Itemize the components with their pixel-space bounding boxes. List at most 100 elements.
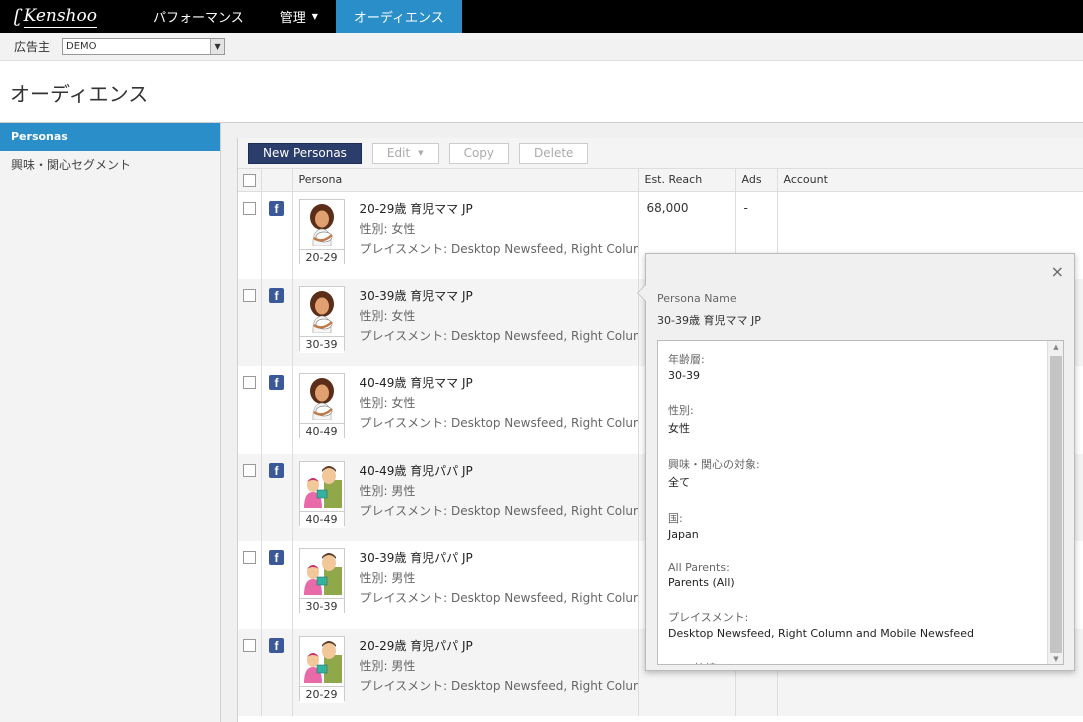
- persona-info: 20-29歳 育児ママ JP 性別: 女性プレイスメント: Desktop New…: [360, 199, 638, 264]
- persona-name[interactable]: 40-49歳 育児ママ JP: [360, 374, 638, 391]
- edit-button[interactable]: Edit ▼: [371, 142, 439, 164]
- nav-management[interactable]: 管理 ▼: [262, 0, 336, 33]
- persona-thumbnail[interactable]: 30-39: [298, 548, 345, 615]
- popover-field: 国: Japan: [668, 510, 1038, 541]
- popover-field-key: 興味・関心の対象:: [668, 458, 760, 471]
- scroll-up-icon[interactable]: ▲: [1048, 343, 1063, 351]
- row-checkbox[interactable]: [242, 376, 256, 389]
- kenshoo-logo[interactable]: ʗ Kenshoo: [0, 0, 135, 33]
- popover-field-key: プレイスメント:: [668, 611, 749, 624]
- row-persona-cell[interactable]: 30-39 30-39歳 育児パパ JP 性別: 男性 プレイスメント: Deskto…: [292, 541, 639, 629]
- persona-mom-avatar: [302, 287, 342, 336]
- popover-field-key: 性別:: [668, 404, 694, 417]
- row-persona-cell[interactable]: 20-29 20-29歳 育児ママ JP 性別: 女性プレイスメント: Deskto…: [292, 191, 639, 279]
- popover-scrollbar[interactable]: ▲ ▼: [1047, 341, 1063, 664]
- row-persona-cell[interactable]: 40-49 40-49歳 育児パパ JP 性別: 男性 プレイスメント: Deskto…: [292, 453, 639, 541]
- persona-name[interactable]: 20-29歳 育児ママ JP: [360, 200, 638, 217]
- row-persona-cell[interactable]: 30-39 30-39歳 育児ママ JP 性別: 女性プレイスメント: Deskto…: [292, 278, 639, 366]
- persona-name[interactable]: 20-29歳 育児パパ JP: [360, 637, 638, 654]
- persona-age-label: 40-49: [299, 423, 344, 440]
- select-all-checkbox[interactable]: [242, 173, 256, 187]
- row-persona-cell[interactable]: 20-29 20-29歳 育児パパ JP 性別: 男性 プレイスメント: Deskto…: [292, 628, 639, 716]
- persona-age-label: 20-29: [299, 685, 344, 703]
- persona-header[interactable]: Persona: [292, 169, 639, 192]
- persona-name[interactable]: 30-39歳 育児パパ JP: [360, 549, 638, 566]
- popover-field: 興味・関心の対象: 全て: [668, 456, 1038, 490]
- persona-age-label: 20-29: [299, 248, 344, 266]
- chevron-down-icon: ▼: [418, 149, 424, 157]
- row-select-cell: [238, 628, 262, 716]
- row-checkbox[interactable]: [242, 201, 256, 215]
- persona-summary: 40-49 40-49歳 育児パパ JP 性別: 男性 プレイスメント: Deskto…: [293, 454, 638, 528]
- copy-label: Copy: [463, 146, 495, 160]
- persona-gender: 性別: 男性: [359, 483, 416, 498]
- persona-thumbnail[interactable]: 20-29: [298, 635, 345, 703]
- persona-thumbnail[interactable]: 40-49: [298, 373, 345, 440]
- account-header[interactable]: Account: [777, 169, 1083, 192]
- popover-details-box[interactable]: 年齢層: 30-39 性別: 女性 興味・関心の対象: 全て 国: Japan All Pare…: [657, 340, 1064, 665]
- delete-button[interactable]: Delete: [519, 142, 589, 164]
- row-network-cell: f: [261, 628, 293, 716]
- ads-header[interactable]: Ads: [735, 169, 778, 192]
- sidebar-item-interest-segments[interactable]: 興味・関心セグメント: [0, 151, 220, 179]
- persona-thumbnail[interactable]: 20-29: [298, 198, 345, 266]
- row-checkbox[interactable]: [242, 551, 256, 564]
- persona-gender: 性別: 女性: [359, 308, 416, 323]
- scrollbar-thumb[interactable]: [1050, 356, 1062, 653]
- nav-audience[interactable]: オーディエンス: [335, 0, 462, 33]
- persona-gender: 性別: 女性: [359, 221, 416, 236]
- advertiser-bar: 広告主 DEMO ▼: [0, 33, 1083, 61]
- advertiser-select[interactable]: DEMO ▼: [62, 38, 226, 55]
- row-checkbox[interactable]: [242, 463, 256, 477]
- persona-placement: プレイスメント: Desktop Newsfeed, Right Column …: [359, 328, 638, 343]
- persona-dad-avatar: [302, 549, 342, 598]
- persona-thumbnail[interactable]: 30-39: [298, 285, 345, 353]
- popover-details-list: 年齢層: 30-39 性別: 女性 興味・関心の対象: 全て 国: Japan All Pare…: [668, 351, 1038, 664]
- sidebar-item-personas[interactable]: Personas: [0, 123, 220, 151]
- logo-swoosh-icon: ʗ: [14, 6, 22, 27]
- row-network-cell: f: [261, 278, 293, 366]
- row-select-cell: [238, 278, 262, 366]
- row-checkbox[interactable]: [242, 288, 256, 302]
- persona-summary: 40-49 40-49歳 育児ママ JP 性別: 女性プレイスメント: Deskto…: [293, 366, 638, 440]
- popover-field-value: 全て: [668, 476, 690, 489]
- toolbar: New Personas Edit ▼ Copy Delete: [238, 138, 1083, 169]
- facebook-icon: f: [269, 462, 284, 478]
- persona-name[interactable]: 30-39歳 育児ママ JP: [360, 287, 638, 304]
- row-select-cell: [238, 453, 262, 541]
- row-select-cell: [238, 366, 262, 454]
- select-all-header: [238, 169, 262, 192]
- reach-header[interactable]: Est. Reach: [638, 169, 736, 192]
- persona-gender: 性別: 女性: [359, 396, 416, 410]
- close-icon[interactable]: ×: [1051, 262, 1064, 281]
- popover-field-key: All Parents:: [668, 561, 730, 574]
- persona-placement: プレイスメント: Desktop Newsfeed, Right Column …: [359, 241, 638, 256]
- advertiser-select-value: DEMO: [66, 41, 97, 52]
- row-select-cell: [238, 541, 262, 629]
- nav-performance[interactable]: パフォーマンス: [135, 0, 262, 33]
- persona-mom-avatar: [302, 374, 342, 423]
- row-persona-cell[interactable]: 40-49 40-49歳 育児ママ JP 性別: 女性プレイスメント: Deskto…: [292, 366, 639, 454]
- copy-button[interactable]: Copy: [448, 142, 510, 164]
- dropdown-arrow-icon[interactable]: ▼: [210, 39, 225, 54]
- facebook-icon: f: [269, 287, 284, 303]
- new-personas-button[interactable]: New Personas: [248, 142, 362, 164]
- popover-field: 年齢層: 30-39: [668, 351, 1038, 382]
- table-header-row: Persona Est. Reach Ads Account: [238, 169, 1083, 192]
- persona-thumbnail[interactable]: 40-49: [298, 460, 345, 528]
- row-select-cell: [238, 191, 262, 279]
- persona-placement: プレイスメント: Desktop Newsfeed, Right Column …: [359, 416, 638, 430]
- edit-label: Edit: [386, 146, 411, 160]
- nav-performance-label: パフォーマンス: [153, 11, 244, 26]
- persona-info: 40-49歳 育児ママ JP 性別: 女性プレイスメント: Desktop New…: [360, 373, 638, 438]
- row-network-cell: f: [261, 366, 293, 454]
- row-checkbox[interactable]: [242, 638, 256, 652]
- scroll-down-icon[interactable]: ▼: [1048, 655, 1063, 663]
- persona-age-label: 30-39: [299, 335, 344, 353]
- row-network-cell: f: [261, 453, 293, 541]
- facebook-icon: f: [269, 637, 284, 653]
- popover-field-value: Desktop Newsfeed, Right Column and Mobil…: [668, 627, 974, 640]
- advertiser-label: 広告主: [14, 40, 51, 54]
- persona-name[interactable]: 40-49歳 育児パパ JP: [360, 462, 638, 479]
- nav-audience-label: オーディエンス: [353, 11, 444, 26]
